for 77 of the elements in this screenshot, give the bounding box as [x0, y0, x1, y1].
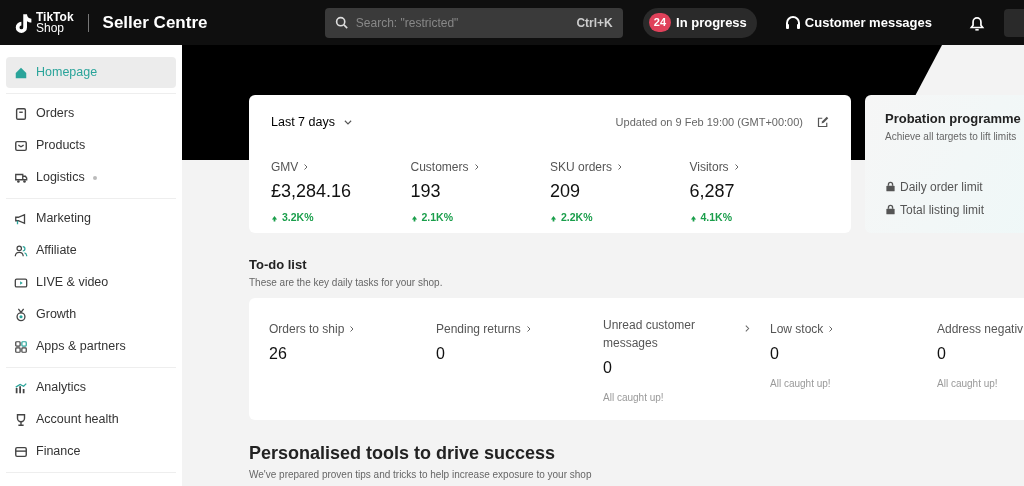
- logo-text: TikTok: [36, 11, 74, 23]
- progress-button[interactable]: 24 In progress: [642, 7, 757, 38]
- sidebar-item[interactable]: Logistics: [6, 162, 176, 193]
- section-subtitle: These are the key daily tasks for your shop.: [249, 275, 444, 290]
- period-dropdown[interactable]: Last 7 days: [271, 113, 353, 132]
- task-count: 0: [770, 343, 780, 364]
- trophy-icon: [14, 412, 28, 427]
- app-title: Seller Centre: [102, 11, 208, 34]
- status-note: All caught up!: [603, 390, 665, 405]
- sidebar-item[interactable]: LIVE & video: [6, 267, 176, 298]
- metric-change: 2.1K%: [410, 210, 453, 227]
- count-badge: 24: [648, 13, 672, 32]
- metric-value: 209: [550, 179, 581, 203]
- metric-change: 3.2K%: [271, 210, 314, 227]
- metric-change: 4.1K%: [689, 210, 732, 227]
- limit-label: Total listing limit: [900, 201, 985, 219]
- metric-value: 6,287: [689, 179, 735, 203]
- sidebar-item[interactable]: Products: [6, 130, 176, 161]
- chevron-right-icon[interactable]: [743, 323, 752, 333]
- medal-icon: [14, 307, 28, 322]
- task-link[interactable]: Orders to ship: [269, 319, 357, 338]
- task-link[interactable]: Pending returns: [436, 319, 533, 338]
- search-field[interactable]: Search: "restricted" Ctrl+K: [324, 7, 623, 38]
- metric-link[interactable]: Visitors: [689, 157, 741, 176]
- people-icon: [14, 243, 28, 258]
- home-icon: [14, 65, 28, 80]
- metric-value: 193: [410, 179, 441, 203]
- status-note: All caught up!: [770, 376, 832, 391]
- updated-text: Updated on 9 Feb 19:00 (GMT+00:00): [615, 115, 803, 131]
- task-count: 0: [436, 343, 446, 364]
- lock-icon: [885, 181, 896, 192]
- logo-text: Shop: [36, 22, 65, 34]
- headset-icon: [784, 14, 801, 31]
- sidebar-item[interactable]: Orders: [6, 98, 176, 129]
- task-count: 26: [269, 343, 288, 364]
- card-title: Probation programme: [885, 110, 1022, 128]
- metric-value: £3,284.16: [271, 179, 352, 203]
- task-link[interactable]: Low stock: [770, 319, 836, 338]
- task-count: 0: [603, 357, 613, 378]
- progress-label: In progress: [676, 13, 747, 32]
- sidebar-item[interactable]: Marketing: [6, 203, 176, 234]
- sidebar-item[interactable]: Account health: [6, 404, 176, 435]
- up-arrow-icon: [550, 214, 557, 222]
- card-subtitle: Achieve all targets to lift limits: [885, 129, 1018, 144]
- search-icon: [334, 16, 348, 29]
- clipboard-icon: [14, 106, 28, 121]
- grid-icon: [14, 339, 28, 354]
- section-subtitle: We've prepared proven tips and tricks to help increase exposure to your shop: [249, 467, 593, 482]
- task-count: 0: [937, 343, 947, 364]
- edit-icon[interactable]: [817, 116, 829, 129]
- metric-change: 2.2K%: [550, 210, 593, 227]
- search-placeholder: Search: "restricted": [355, 14, 459, 32]
- task-link[interactable]: Unread customer messages: [603, 315, 713, 352]
- metric-link[interactable]: GMV: [271, 157, 311, 176]
- shortcut-hint: Ctrl+K: [576, 14, 613, 32]
- wallet-icon: [14, 444, 28, 459]
- metric-link[interactable]: Customers: [410, 157, 481, 176]
- task-link[interactable]: Address negativ: [937, 319, 1024, 338]
- sidebar-item[interactable]: Affiliate: [6, 235, 176, 266]
- up-arrow-icon: [689, 214, 697, 222]
- box-icon: [14, 138, 28, 153]
- chart-icon: [14, 380, 28, 395]
- limit-label: Daily order limit: [900, 178, 983, 196]
- sidebar-item[interactable]: Apps & partners: [6, 331, 176, 362]
- section-title: Personalised tools to drive success: [249, 441, 557, 465]
- status-note: All caught up!: [937, 376, 999, 391]
- section-title: To-do list: [249, 256, 308, 274]
- sidebar-item[interactable]: Growth: [6, 299, 176, 330]
- up-arrow-icon: [410, 214, 418, 222]
- messages-button[interactable]: Customer messages: [778, 11, 938, 34]
- sidebar-item[interactable]: Analytics: [6, 372, 176, 403]
- up-arrow-icon: [271, 214, 278, 222]
- metric-link[interactable]: SKU orders: [550, 157, 625, 176]
- sidebar-item[interactable]: Finance: [6, 436, 176, 467]
- lock-icon: [885, 204, 896, 215]
- video-icon: [14, 275, 28, 290]
- megaphone-icon: [14, 211, 28, 226]
